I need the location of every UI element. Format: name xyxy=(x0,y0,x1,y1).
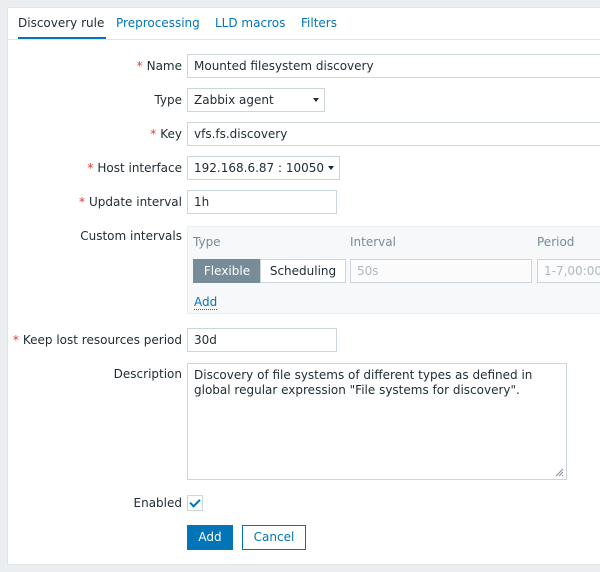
form-panel: Discovery rule Preprocessing LLD macros … xyxy=(7,7,600,565)
required-marker: * xyxy=(150,127,157,141)
add-button[interactable]: Add xyxy=(187,525,233,550)
description-label: Description xyxy=(113,367,182,381)
custom-intervals-label: Custom intervals xyxy=(80,229,182,243)
resize-grip-icon[interactable] xyxy=(555,468,564,477)
chevron-down-icon xyxy=(328,166,334,170)
enabled-label: Enabled xyxy=(133,496,183,510)
column-header-period: Period xyxy=(537,235,575,249)
add-interval-link[interactable]: Add xyxy=(194,295,218,310)
description-text: Discovery of file systems of different t… xyxy=(194,368,533,397)
custom-intervals-table: Type Interval Period Flexible Scheduling… xyxy=(187,226,600,314)
keep-lost-resources-input[interactable]: 30d xyxy=(187,328,337,352)
host-interface-label: * Host interface xyxy=(87,161,182,175)
checkmark-icon xyxy=(189,496,201,508)
update-interval-label: * Update interval xyxy=(78,195,182,209)
cancel-button[interactable]: Cancel xyxy=(242,525,306,550)
type-select-value: Zabbix agent xyxy=(194,93,274,107)
tab-discovery-rule[interactable]: Discovery rule xyxy=(18,8,106,39)
scheduling-toggle[interactable]: Scheduling xyxy=(260,259,346,283)
period-input[interactable]: 1-7,00:00-24:00 xyxy=(537,259,600,283)
tab-preprocessing[interactable]: Preprocessing xyxy=(116,8,200,39)
required-marker: * xyxy=(78,195,85,209)
type-select[interactable]: Zabbix agent xyxy=(187,88,325,112)
name-input[interactable]: Mounted filesystem discovery xyxy=(187,54,600,78)
flexible-toggle[interactable]: Flexible xyxy=(193,259,261,283)
enabled-checkbox[interactable] xyxy=(187,495,203,511)
tab-filters[interactable]: Filters xyxy=(301,8,337,39)
column-header-interval: Interval xyxy=(350,235,396,249)
chevron-down-icon xyxy=(313,98,319,102)
tab-lld-macros[interactable]: LLD macros xyxy=(215,8,285,39)
column-header-type: Type xyxy=(193,235,221,249)
key-input[interactable]: vfs.fs.discovery xyxy=(187,122,600,146)
name-label: * Name xyxy=(136,59,182,73)
type-label: Type xyxy=(154,93,182,107)
update-interval-input[interactable]: 1h xyxy=(187,190,337,214)
host-interface-value: 192.168.6.87 : 10050 xyxy=(194,161,325,175)
required-marker: * xyxy=(12,333,19,347)
keep-lost-resources-label: * Keep lost resources period xyxy=(12,333,182,347)
description-textarea[interactable]: Discovery of file systems of different t… xyxy=(187,363,567,480)
required-marker: * xyxy=(87,161,94,175)
interval-input[interactable]: 50s xyxy=(350,259,532,283)
required-marker: * xyxy=(136,59,143,73)
tab-bar: Discovery rule Preprocessing LLD macros … xyxy=(8,8,600,40)
key-label: * Key xyxy=(150,127,182,141)
host-interface-select[interactable]: 192.168.6.87 : 10050 xyxy=(187,156,340,180)
